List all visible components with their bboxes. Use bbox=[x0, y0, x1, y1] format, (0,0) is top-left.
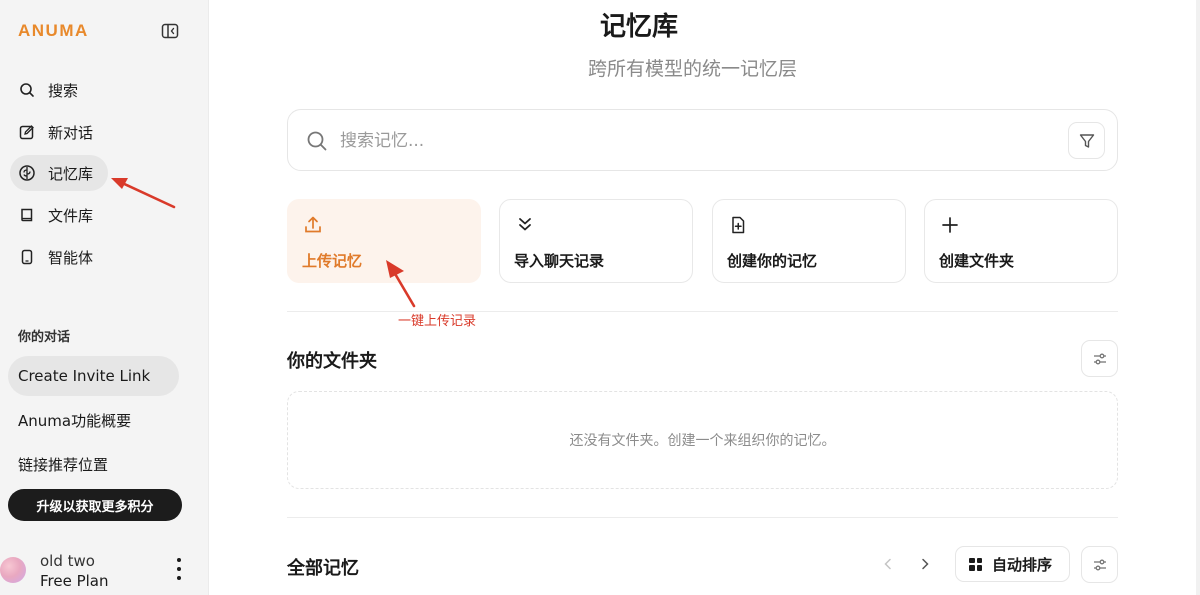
folders-section-title: 你的文件夹 bbox=[287, 351, 377, 372]
filter-icon bbox=[1079, 133, 1094, 148]
create-folder-card[interactable]: 创建文件夹 bbox=[924, 199, 1118, 283]
sidebar: ANUMA 搜索 新对话 记忆库 文件库 智能体 你的对话 Create Inv… bbox=[0, 0, 209, 595]
conversation-item[interactable]: Anuma功能概要 bbox=[8, 400, 141, 440]
user-profile[interactable]: old two Free Plan bbox=[0, 545, 209, 595]
dot bbox=[177, 557, 181, 562]
avatar bbox=[0, 557, 26, 583]
more-options-button[interactable] bbox=[172, 555, 186, 583]
user-name: old two bbox=[40, 552, 95, 570]
brain-icon bbox=[18, 164, 36, 182]
card-label: 导入聊天记录 bbox=[514, 252, 605, 270]
divider bbox=[287, 517, 1118, 518]
nav-label: 记忆库 bbox=[48, 164, 94, 183]
sliders-icon bbox=[1093, 559, 1106, 570]
scrollbar[interactable] bbox=[1196, 0, 1200, 595]
book-icon bbox=[18, 206, 36, 224]
file-plus-icon bbox=[727, 214, 749, 236]
nav-agents[interactable]: 智能体 bbox=[10, 239, 180, 275]
upgrade-button[interactable]: 升级以获取更多积分 bbox=[8, 489, 182, 521]
sort-label: 自动排序 bbox=[992, 555, 1053, 574]
search-icon bbox=[18, 81, 36, 99]
folders-empty-state: 还没有文件夹。创建一个来组织你的记忆。 bbox=[287, 391, 1118, 489]
user-plan: Free Plan bbox=[40, 572, 109, 590]
divider bbox=[287, 311, 1118, 312]
sidebar-collapse-button[interactable] bbox=[160, 21, 180, 41]
all-memories-title: 全部记忆 bbox=[287, 558, 359, 579]
chevron-right-icon bbox=[922, 558, 929, 570]
import-chevrons-icon bbox=[514, 214, 536, 236]
grid-icon bbox=[969, 557, 982, 571]
annotation-text: 一键上传记录 bbox=[398, 314, 477, 329]
nav-label: 智能体 bbox=[48, 248, 94, 267]
card-label: 上传记忆 bbox=[302, 252, 363, 270]
sidebar-toggle-icon bbox=[161, 23, 179, 39]
nav-new-chat[interactable]: 新对话 bbox=[10, 114, 180, 150]
folder-settings-button[interactable] bbox=[1081, 340, 1118, 377]
plus-icon bbox=[939, 214, 961, 236]
search-icon bbox=[307, 131, 327, 151]
search-bar bbox=[287, 109, 1118, 171]
page-title: 记忆库 bbox=[600, 12, 679, 42]
card-label: 创建你的记忆 bbox=[727, 252, 818, 270]
page-subtitle: 跨所有模型的统一记忆层 bbox=[588, 58, 798, 80]
empty-state-text: 还没有文件夹。创建一个来组织你的记忆。 bbox=[569, 433, 836, 449]
search-input[interactable] bbox=[340, 128, 940, 154]
nav-search[interactable]: 搜索 bbox=[10, 72, 180, 108]
nav-label: 新对话 bbox=[48, 123, 94, 142]
annotation-arrow-icon bbox=[111, 178, 176, 209]
create-memory-card[interactable]: 创建你的记忆 bbox=[712, 199, 906, 283]
next-page-button[interactable] bbox=[914, 553, 936, 575]
filter-button[interactable] bbox=[1068, 122, 1105, 159]
sort-button[interactable]: 自动排序 bbox=[955, 546, 1070, 582]
prev-page-button[interactable] bbox=[877, 553, 899, 575]
conversation-item[interactable]: Create Invite Link bbox=[8, 356, 179, 396]
nav-label: 搜索 bbox=[48, 81, 79, 100]
dot bbox=[177, 566, 181, 571]
nav-memory-library[interactable]: 记忆库 bbox=[10, 155, 108, 191]
dot bbox=[177, 576, 181, 581]
conversations-section-label: 你的对话 bbox=[18, 330, 71, 345]
phone-icon bbox=[18, 248, 36, 266]
card-label: 创建文件夹 bbox=[939, 252, 1015, 270]
annotation-arrow-icon bbox=[386, 260, 416, 308]
app-logo: ANUMA bbox=[18, 21, 89, 40]
memory-settings-button[interactable] bbox=[1081, 546, 1118, 583]
import-chat-card[interactable]: 导入聊天记录 bbox=[499, 199, 693, 283]
sliders-icon bbox=[1093, 353, 1106, 364]
nav-label: 文件库 bbox=[48, 206, 94, 225]
chevron-left-icon bbox=[884, 558, 891, 570]
upload-icon bbox=[302, 214, 324, 236]
conversation-item[interactable]: 链接推荐位置 bbox=[8, 444, 118, 484]
edit-icon bbox=[18, 123, 36, 141]
